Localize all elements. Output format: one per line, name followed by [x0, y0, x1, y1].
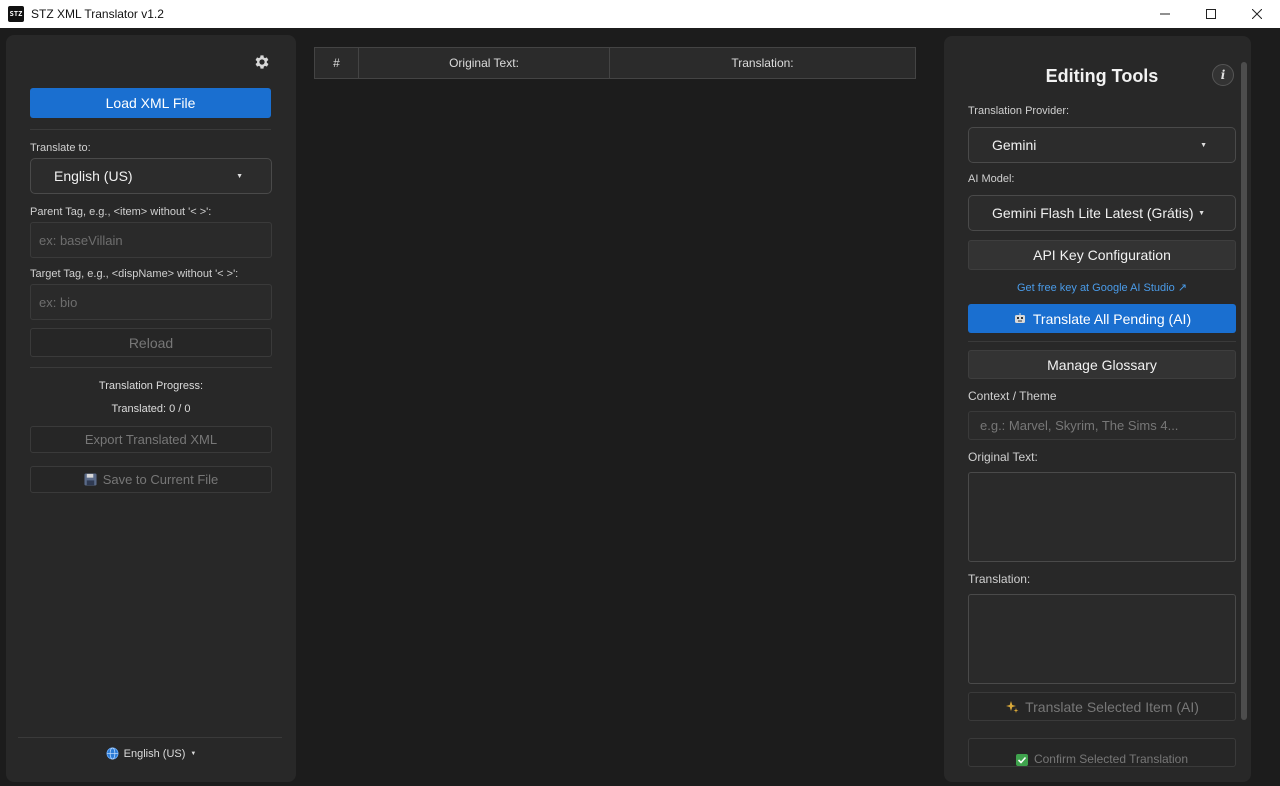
title-bar: STZ STZ XML Translator v1.2	[0, 0, 1280, 28]
original-text-label: Original Text:	[968, 450, 1038, 464]
column-header-translation[interactable]: Translation:	[610, 48, 915, 78]
close-icon	[1252, 9, 1262, 19]
provider-value: Gemini	[992, 137, 1037, 153]
info-icon[interactable]: i	[1212, 64, 1234, 86]
left-panel: Load XML File Translate to: English (US)…	[6, 35, 296, 782]
target-tag-input[interactable]: ex: bio	[30, 284, 272, 320]
api-key-config-button[interactable]: API Key Configuration	[968, 240, 1236, 270]
chevron-down-icon: ▼	[1198, 209, 1205, 217]
reload-button[interactable]: Reload	[30, 328, 272, 357]
gear-icon	[255, 55, 269, 69]
column-header-index[interactable]: #	[315, 48, 359, 78]
chevron-down-icon: ▼	[236, 172, 243, 180]
model-value: Gemini Flash Lite Latest (Grátis)	[992, 205, 1194, 221]
translate-all-pending-label: Translate All Pending (AI)	[1032, 310, 1192, 327]
translate-all-pending-button[interactable]: Translate All Pending (AI)	[968, 304, 1236, 333]
model-dropdown[interactable]: Gemini Flash Lite Latest (Grátis) ▼	[968, 195, 1236, 231]
chevron-down-icon: ▼	[1200, 141, 1207, 149]
manage-glossary-button[interactable]: Manage Glossary	[968, 350, 1236, 379]
progress-title: Translation Progress:	[98, 380, 204, 392]
ui-language-selector[interactable]: English (US) ▼	[6, 747, 296, 760]
window-controls	[1142, 0, 1280, 28]
maximize-icon	[1206, 9, 1216, 19]
target-language-value: English (US)	[54, 168, 133, 184]
parent-tag-label: Parent Tag, e.g., <item> without '< >':	[30, 206, 212, 218]
divider	[18, 737, 282, 738]
divider	[30, 367, 272, 368]
maximize-button[interactable]	[1188, 0, 1234, 28]
app-logo-icon: STZ	[8, 6, 24, 22]
free-key-link[interactable]: Get free key at Google AI Studio ↗	[968, 281, 1236, 294]
export-xml-button[interactable]: Export Translated XML	[30, 426, 272, 453]
load-xml-button[interactable]: Load XML File	[30, 88, 271, 118]
ui-language-value: English (US)	[123, 747, 186, 760]
context-input[interactable]: e.g.: Marvel, Skyrim, The Sims 4...	[968, 411, 1236, 440]
target-language-dropdown[interactable]: English (US) ▼	[30, 158, 272, 194]
model-label: AI Model:	[968, 173, 1015, 185]
original-text-area[interactable]	[968, 472, 1236, 562]
checkmark-icon	[1015, 754, 1028, 766]
parent-tag-input[interactable]: ex: baseVillain	[30, 222, 272, 258]
target-tag-label: Target Tag, e.g., <dispName> without '< …	[30, 268, 239, 280]
provider-dropdown[interactable]: Gemini ▼	[968, 127, 1236, 163]
close-button[interactable]	[1234, 0, 1280, 28]
provider-label: Translation Provider:	[968, 105, 1070, 117]
window-title: STZ XML Translator v1.2	[31, 7, 164, 21]
translate-to-label: Translate to:	[30, 142, 91, 154]
confirm-translation-label: Confirm Selected Translation	[1033, 752, 1189, 766]
save-current-file-label: Save to Current File	[102, 472, 219, 487]
panel-scrollbar[interactable]	[1241, 62, 1247, 720]
translate-selected-button[interactable]: Translate Selected Item (AI)	[968, 692, 1236, 721]
save-current-file-button[interactable]: Save to Current File	[30, 466, 272, 493]
minimize-icon	[1160, 13, 1170, 15]
globe-icon	[106, 747, 119, 760]
settings-button[interactable]	[253, 53, 271, 71]
chevron-down-icon: ▼	[190, 750, 197, 757]
column-header-original[interactable]: Original Text:	[359, 48, 610, 78]
divider	[968, 341, 1236, 342]
divider	[30, 129, 271, 130]
translation-table-header: # Original Text: Translation:	[314, 47, 916, 79]
context-label: Context / Theme	[968, 389, 1057, 403]
sparkles-icon	[1005, 700, 1019, 714]
progress-count: Translated: 0 / 0	[111, 403, 191, 415]
floppy-disk-icon	[84, 473, 97, 486]
robot-icon	[1013, 312, 1027, 326]
editing-tools-title: Editing Tools	[1045, 66, 1159, 86]
confirm-translation-button[interactable]: Confirm Selected Translation	[968, 738, 1236, 767]
translation-text-area[interactable]	[968, 594, 1236, 684]
minimize-button[interactable]	[1142, 0, 1188, 28]
translate-selected-label: Translate Selected Item (AI)	[1025, 698, 1199, 715]
editing-tools-panel: Editing Tools i Translation Provider: Ge…	[944, 36, 1251, 782]
translation-label: Translation:	[968, 572, 1031, 586]
